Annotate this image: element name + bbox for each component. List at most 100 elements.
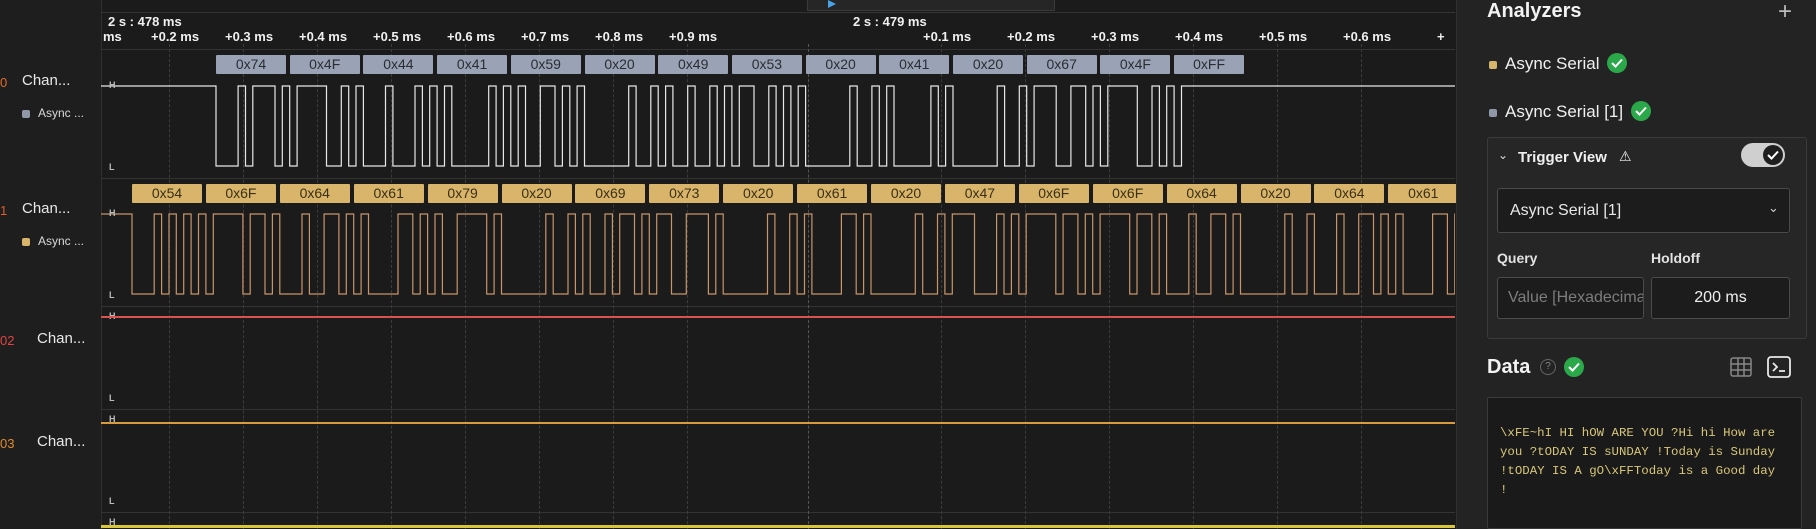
decoded-frame[interactable]: 0x61 [1388,184,1459,203]
analyzer-color-swatch [22,237,30,246]
decoded-frame[interactable]: 0x44 [363,55,434,74]
decoded-frame[interactable]: 0x20 [501,184,572,203]
channel-name[interactable]: Chan... [22,200,70,217]
decoded-frame[interactable]: 0x59 [510,55,581,74]
decoded-frame[interactable]: 0x20 [953,55,1023,74]
time-tick-label: +0.6 ms [1343,29,1392,44]
channel-row-2[interactable]: 02 Chan... [0,300,101,403]
channel-row-0[interactable]: 0 Chan... Async ... [0,44,101,172]
divider [101,306,1455,307]
decoded-frame[interactable]: 0x49 [658,55,729,74]
time-tick-label: +0.7 ms [521,29,570,44]
channel-list: 0 Chan... Async ... 1 Chan... Async ... … [0,0,102,529]
time-tick-label: +0.5 ms [373,29,422,44]
waveform-channel-0 [101,85,1455,167]
high-level-label: H [109,208,116,218]
channel-row-1[interactable]: 1 Chan... Async ... [0,172,101,300]
channel-row-3[interactable]: 03 Chan... [0,403,101,506]
divider [101,49,1455,50]
decoded-frame[interactable]: 0x73 [649,184,720,203]
channel-number: 02 [0,333,15,348]
time-tick-label: + [1437,29,1445,44]
check-circle-icon [1607,52,1628,73]
waveform-timeline[interactable]: 2 s : 478 ms 2 s : 479 ms ms +0.2 ms +0.3 … [101,0,1459,529]
decoded-frame[interactable]: 0x64 [1166,184,1237,203]
absolute-time-marker: 2 s : 478 ms [108,14,182,29]
terminal-output[interactable]: \xFE~hI HI hOW ARE YOU ?Hi hi How are yo… [1487,397,1802,529]
channel-analyzer-tag[interactable]: Async ... [22,106,84,120]
time-tick-label: +0.2 ms [151,29,200,44]
query-label: Query [1497,250,1538,266]
table-icon[interactable] [1730,357,1752,377]
check-circle-icon [1631,100,1652,121]
analyzer-item-async-serial[interactable]: Async Serial [1489,52,1628,75]
decoded-frame[interactable]: 0x53 [731,55,802,74]
analyzer-select-value: Async Serial [1] [1510,202,1622,219]
holdoff-input[interactable]: 200 ms [1651,277,1790,319]
waveform-channel-1 [101,213,1455,295]
decoded-frame[interactable]: 0x64 [279,184,350,203]
channel-name[interactable]: Chan... [37,330,85,347]
sidebar-panel: Analyzers + Async Serial Async Serial [1… [1456,0,1816,529]
play-icon[interactable] [828,0,836,8]
signal-trace [101,85,1455,167]
trigger-view-section: ⌄ Trigger View ⚠ Async Serial [1] ⌄ Quer… [1487,137,1807,339]
decoded-frame[interactable]: 0x64 [1314,184,1385,203]
analyzer-item-async-serial-1[interactable]: Async Serial [1] [1489,100,1652,123]
channel-analyzer-tag[interactable]: Async ... [22,234,84,248]
high-level-label: H [109,80,116,90]
query-placeholder: Value [Hexadecimal] [1508,289,1644,306]
decoded-frame[interactable]: 0x6F [1018,184,1089,203]
trigger-toggle[interactable] [1741,143,1785,167]
low-level-label: L [109,162,115,172]
help-icon[interactable]: ? [1540,359,1556,375]
low-level-label: L [109,290,115,300]
holdoff-value: 200 ms [1694,289,1747,306]
analyzer-label: Async Serial [1505,54,1600,73]
decoded-frame[interactable]: 0x79 [427,184,498,203]
decoded-frame[interactable]: 0x4F [1100,55,1171,74]
low-level-label: L [109,496,115,506]
decoded-frame[interactable]: 0x6F [1092,184,1163,203]
decoded-frame[interactable]: 0x4F [289,55,360,74]
time-tick-label: +0.9 ms [669,29,718,44]
time-tick-label: +0.8 ms [595,29,644,44]
low-level-label: L [109,393,115,403]
decoded-frame[interactable]: 0x61 [353,184,424,203]
chevron-down-icon[interactable]: ⌄ [1498,148,1508,162]
channel-name[interactable]: Chan... [22,72,70,89]
decoded-frame[interactable]: 0x20 [805,55,876,74]
check-circle-icon [1564,357,1584,377]
decoded-frame[interactable]: 0x67 [1026,55,1097,74]
signal-trace [101,213,1455,295]
analyzer-name: Async ... [38,234,85,248]
holdoff-label: Holdoff [1651,250,1700,266]
channel-number: 03 [0,436,15,451]
capture-toolbar[interactable] [807,0,1055,11]
decoded-frame[interactable]: 0x20 [871,184,941,203]
decoded-frame[interactable]: 0x54 [132,184,202,203]
trigger-view-title[interactable]: Trigger View [1518,149,1607,166]
toggle-knob [1763,145,1783,165]
decoded-frame[interactable]: 0x61 [797,184,868,203]
decoded-frame[interactable]: 0x41 [879,55,950,74]
time-tick-label: ms [103,29,122,44]
decoded-frame[interactable]: 0x47 [944,184,1015,203]
channel-name[interactable]: Chan... [37,433,85,450]
decoded-frame[interactable]: 0x74 [216,55,286,74]
decoded-frame[interactable]: 0x69 [575,184,646,203]
decoded-frame[interactable]: 0x6F [205,184,276,203]
terminal-icon[interactable] [1767,356,1791,378]
decoded-frame[interactable]: 0x20 [584,55,655,74]
decoded-frame[interactable]: 0x20 [723,184,794,203]
analyzer-select[interactable]: Async Serial [1] ⌄ [1497,188,1790,233]
absolute-time-marker: 2 s : 479 ms [853,14,927,29]
decoded-frame[interactable]: 0x20 [1240,184,1311,203]
channel-number: 0 [0,75,8,90]
chevron-down-icon: ⌄ [1768,200,1779,215]
decoded-frame[interactable]: 0xFF [1174,55,1245,74]
query-input[interactable]: Value [Hexadecimal] [1497,277,1644,319]
plus-icon[interactable]: + [1778,0,1792,26]
waveform-channel-4 [101,525,1455,528]
decoded-frame[interactable]: 0x41 [437,55,508,74]
